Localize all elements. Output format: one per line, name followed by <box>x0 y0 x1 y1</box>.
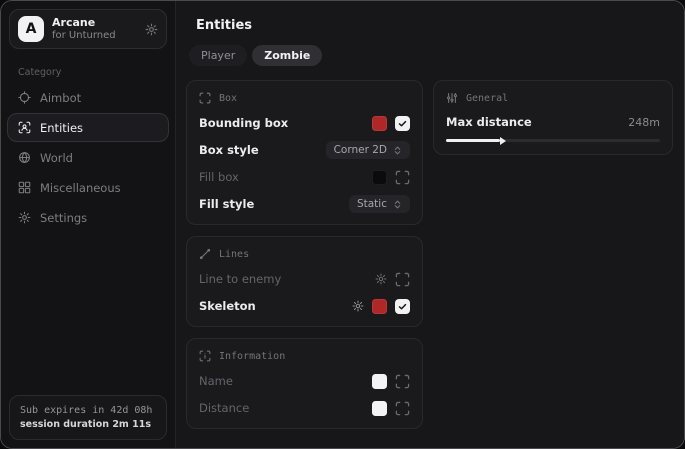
sidebar-item-label: Settings <box>40 211 87 225</box>
sidebar-nav: Aimbot Entities World <box>1 82 175 232</box>
checkbox-unchecked[interactable] <box>395 272 410 287</box>
setting-row-fill-box: Fill box <box>199 169 410 185</box>
chevron-up-down-icon <box>393 200 402 209</box>
setting-row-box-style: Box style Corner 2D <box>199 142 410 158</box>
gear-icon[interactable] <box>145 23 158 36</box>
info-scan-icon <box>199 350 211 362</box>
sidebar-item-label: World <box>40 151 73 165</box>
checkbox-checked[interactable] <box>395 116 410 131</box>
row-controls <box>375 272 410 287</box>
setting-label: Bounding box <box>199 116 288 130</box>
sidebar-item-miscellaneous[interactable]: Miscellaneous <box>7 173 169 202</box>
checkbox-unchecked[interactable] <box>395 374 410 389</box>
sidebar-item-label: Miscellaneous <box>40 181 121 195</box>
setting-row-bounding-box: Bounding box <box>199 115 410 131</box>
general-section-card: General Max distance 248m <box>433 80 673 155</box>
setting-label: Fill style <box>199 197 254 211</box>
section-title: Information <box>219 351 285 362</box>
setting-label: Line to enemy <box>199 272 281 286</box>
page-title: Entities <box>196 18 673 33</box>
gear-icon[interactable] <box>352 300 364 312</box>
category-label: Category <box>18 67 175 78</box>
sidebar-item-entities[interactable]: Entities <box>7 113 169 142</box>
setting-label: Max distance <box>446 115 532 129</box>
tab-zombie[interactable]: Zombie <box>252 45 322 66</box>
color-swatch[interactable] <box>372 116 387 131</box>
main-panel: Entities Player Zombie Box <box>176 1 685 448</box>
sidebar-item-label: Entities <box>40 121 83 135</box>
lines-section-card: Lines Line to enemy <box>186 236 423 327</box>
content: Box Bounding box Box style <box>186 80 673 429</box>
max-distance-row: Max distance 248m <box>446 114 660 130</box>
sub-expires-text: Sub expires in 42d 08h <box>20 403 156 418</box>
gear-icon <box>18 211 31 224</box>
crosshair-icon <box>18 91 31 104</box>
sidebar-item-settings[interactable]: Settings <box>7 203 169 232</box>
max-distance-slider[interactable] <box>446 139 660 142</box>
color-swatch[interactable] <box>372 401 387 416</box>
lines-section-header: Lines <box>199 248 410 260</box>
row-controls <box>372 374 410 389</box>
section-title: Box <box>219 93 237 104</box>
setting-label: Distance <box>199 401 249 415</box>
section-title: Lines <box>219 249 249 260</box>
right-column: General Max distance 248m <box>433 80 673 155</box>
sidebar-item-label: Aimbot <box>40 91 81 105</box>
app-name: Arcane <box>52 16 137 30</box>
color-swatch[interactable] <box>372 374 387 389</box>
checkbox-unchecked[interactable] <box>395 401 410 416</box>
row-controls <box>372 401 410 416</box>
box-section-card: Box Bounding box Box style <box>186 80 423 225</box>
color-swatch[interactable] <box>372 299 387 314</box>
dropdown-value: Static <box>357 198 387 210</box>
section-title: General <box>466 93 508 104</box>
grid-icon <box>18 181 31 194</box>
setting-row-fill-style: Fill style Static <box>199 196 410 212</box>
app-window: A Arcane for Unturned Category A <box>0 0 685 449</box>
fill-style-dropdown[interactable]: Static <box>349 195 410 213</box>
tab-player[interactable]: Player <box>189 45 247 66</box>
setting-label: Box style <box>199 143 259 157</box>
app-logo: A <box>18 16 44 42</box>
tab-bar: Player Zombie <box>189 45 673 66</box>
gear-icon[interactable] <box>375 273 387 285</box>
max-distance-value: 248m <box>628 116 660 129</box>
row-controls <box>372 170 410 185</box>
app-header-card: A Arcane for Unturned <box>9 9 167 49</box>
scan-person-icon <box>18 121 31 134</box>
slider-fill[interactable] <box>446 139 500 142</box>
setting-row-distance: Distance <box>199 400 410 416</box>
app-titles: Arcane for Unturned <box>52 16 137 42</box>
setting-label: Fill box <box>199 170 239 184</box>
setting-label: Skeleton <box>199 299 256 313</box>
dropdown-value: Corner 2D <box>334 144 387 156</box>
left-column: Box Bounding box Box style <box>186 80 423 429</box>
box-style-dropdown[interactable]: Corner 2D <box>326 141 410 159</box>
globe-icon <box>18 151 31 164</box>
sidebar-item-aimbot[interactable]: Aimbot <box>7 83 169 112</box>
app-subtitle: for Unturned <box>52 30 137 43</box>
sidebar-item-world[interactable]: World <box>7 143 169 172</box>
checkbox-unchecked[interactable] <box>395 170 410 185</box>
chevron-up-down-icon <box>393 146 402 155</box>
box-section-header: Box <box>199 92 410 104</box>
box-corners-icon <box>199 92 211 104</box>
row-controls <box>352 299 410 314</box>
diagonal-line-icon <box>199 248 211 260</box>
sliders-icon <box>446 92 458 104</box>
subscription-card: Sub expires in 42d 08h session duration … <box>9 395 167 440</box>
session-duration-text: session duration 2m 11s <box>20 418 156 432</box>
information-section-card: Information Name <box>186 338 423 429</box>
setting-row-line-to-enemy: Line to enemy <box>199 271 410 287</box>
sidebar: A Arcane for Unturned Category A <box>1 1 176 448</box>
checkbox-checked[interactable] <box>395 299 410 314</box>
general-section-header: General <box>446 92 660 104</box>
row-controls <box>372 116 410 131</box>
setting-row-skeleton: Skeleton <box>199 298 410 314</box>
color-swatch[interactable] <box>372 170 387 185</box>
setting-row-name: Name <box>199 373 410 389</box>
information-section-header: Information <box>199 350 410 362</box>
setting-label: Name <box>199 374 233 388</box>
